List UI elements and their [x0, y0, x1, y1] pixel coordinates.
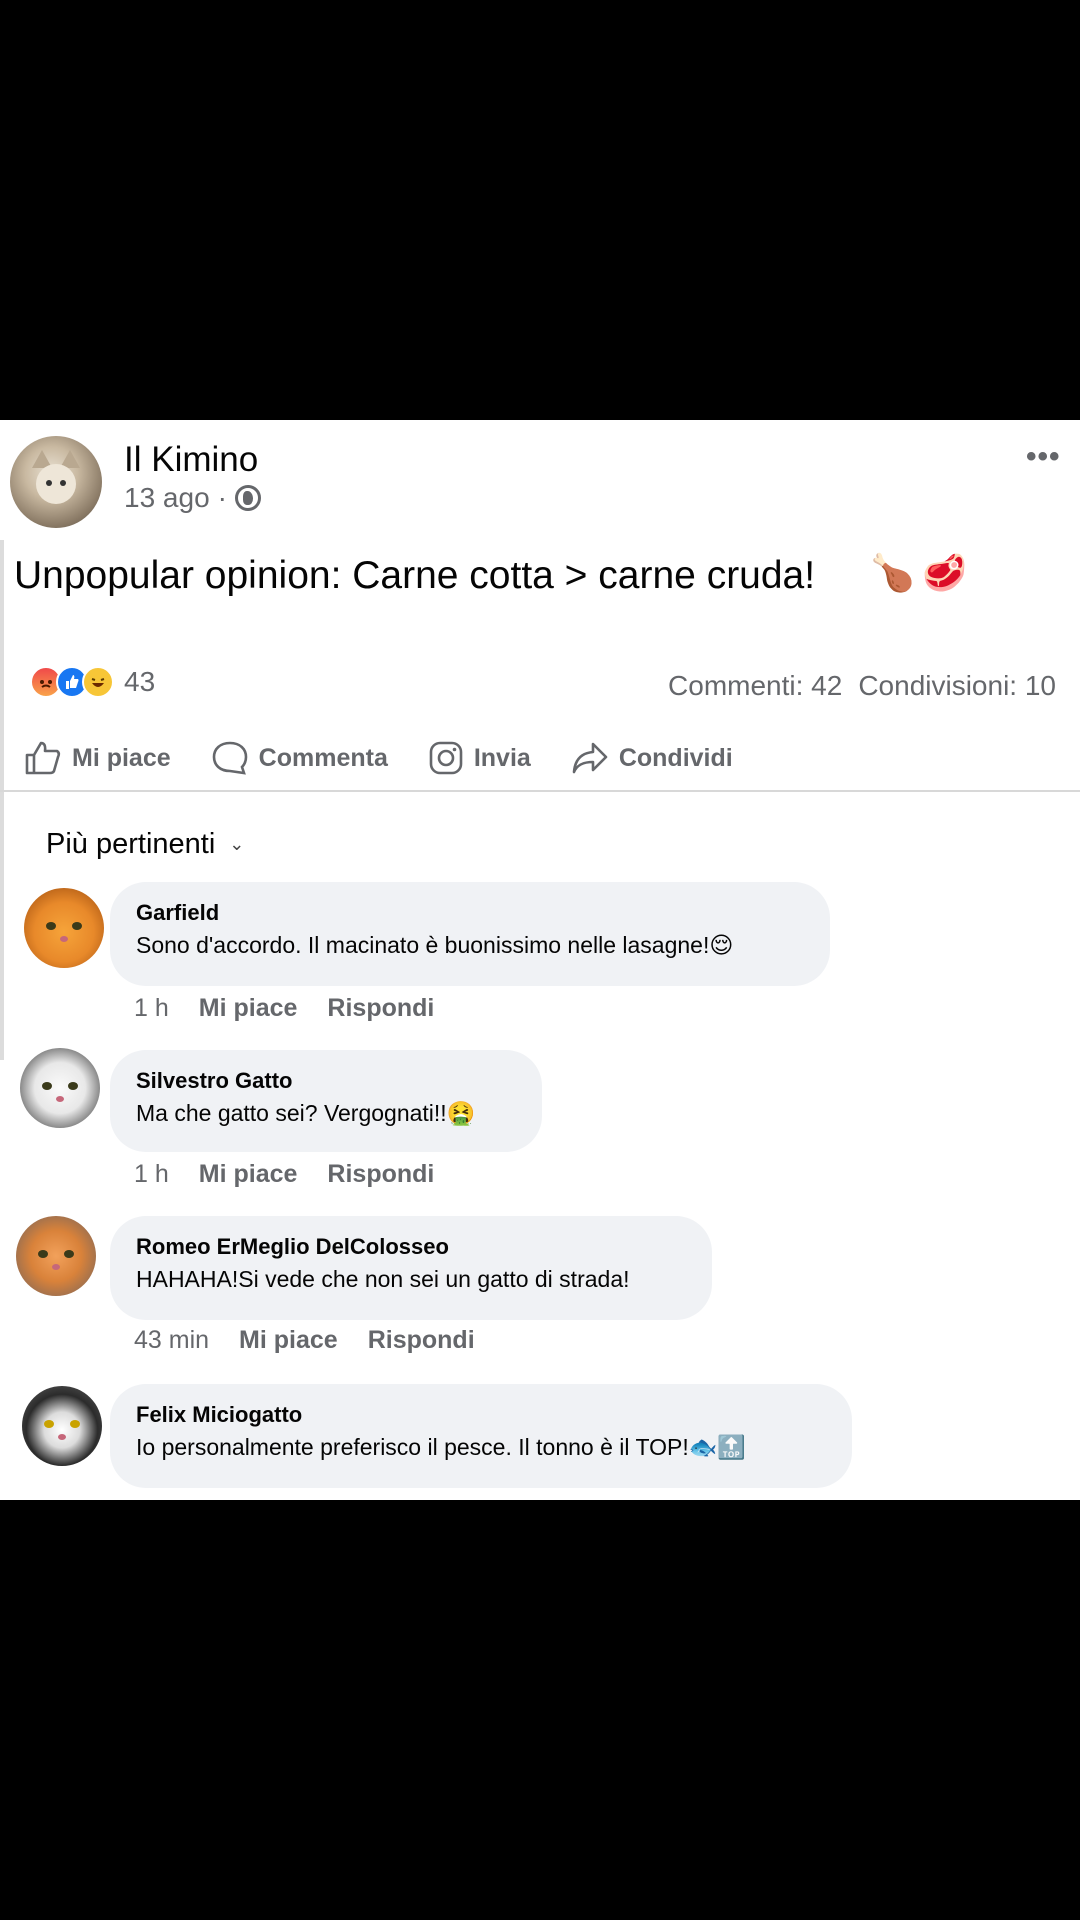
sort-label: Più pertinenti — [46, 828, 216, 860]
meat-emoji: 🥩 — [922, 552, 967, 593]
comment-bubble-icon — [212, 741, 247, 775]
avatar-eye-shape — [60, 480, 66, 486]
comment-like-button[interactable]: Mi piace — [239, 1326, 338, 1355]
comment-reply-button[interactable]: Rispondi — [327, 1160, 434, 1189]
comment-button[interactable]: Commenta — [211, 740, 388, 776]
avatar-eye-shape — [44, 1420, 54, 1428]
comment-text: Io personalmente preferisco il pesce. Il… — [136, 1434, 746, 1460]
send-button[interactable]: Invia — [428, 740, 531, 776]
post-time[interactable]: 13 ago — [124, 482, 210, 514]
engagement-counts: Commenti: 42 Condivisioni: 10 — [668, 670, 1056, 702]
comment-avatar[interactable] — [16, 1216, 96, 1296]
comment-author[interactable]: Felix Miciogatto — [136, 1402, 826, 1428]
avatar-eye-shape — [64, 1250, 74, 1258]
comment-text: Sono d'accordo. Il macinato è buonissimo… — [136, 932, 734, 958]
comment-sort-dropdown[interactable]: Più pertinenti ⌄ — [46, 828, 244, 861]
shares-count[interactable]: Condivisioni: 10 — [858, 670, 1056, 702]
video-letterbox-top — [0, 0, 1080, 420]
avatar-eye-shape — [42, 1082, 52, 1090]
comment-bubble: Romeo ErMeglio DelColosseo HAHAHA!Si ved… — [110, 1216, 712, 1320]
comment-avatar[interactable] — [24, 888, 104, 968]
comment-bubble: Felix Miciogatto Io personalmente prefer… — [110, 1384, 852, 1488]
avatar-eye-shape — [72, 922, 82, 930]
comment-author[interactable]: Silvestro Gatto — [136, 1068, 516, 1094]
comment-author[interactable]: Garfield — [136, 900, 804, 926]
thumbs-up-icon — [25, 741, 61, 775]
like-button[interactable]: Mi piace — [24, 740, 171, 776]
comment-actions: 43 min Mi piace Rispondi — [134, 1326, 475, 1355]
comment-label: Commenta — [258, 743, 388, 772]
share-button[interactable]: Condividi — [571, 740, 733, 776]
comment-avatar[interactable] — [20, 1048, 100, 1128]
send-label: Invia — [473, 743, 531, 772]
comment-time[interactable]: 1 h — [134, 994, 169, 1023]
avatar-face-shape — [36, 464, 76, 504]
video-letterbox-bottom — [0, 1500, 1080, 1920]
comment-text: Ma che gatto sei? Vergognati!!🤮 — [136, 1100, 476, 1126]
comment-avatar[interactable] — [22, 1386, 102, 1466]
share-label: Condividi — [618, 743, 733, 772]
comments-count[interactable]: Commenti: 42 — [668, 670, 842, 702]
post-author-avatar[interactable] — [10, 436, 102, 528]
drumstick-emoji: 🍗 — [870, 552, 915, 593]
comment-like-button[interactable]: Mi piace — [199, 994, 298, 1023]
more-options-icon[interactable]: ••• — [1026, 440, 1061, 474]
avatar-eye-shape — [38, 1250, 48, 1258]
comment-bubble: Garfield Sono d'accordo. Il macinato è b… — [110, 882, 830, 986]
chevron-down-icon: ⌄ — [229, 834, 245, 854]
comment-time[interactable]: 1 h — [134, 1160, 169, 1189]
meta-separator: · — [217, 482, 227, 513]
comment-text: HAHAHA!Si vede che non sei un gatto di s… — [136, 1266, 630, 1292]
left-edge-divider — [0, 540, 4, 1060]
post-action-bar: Mi piace Commenta Invia Condividi — [24, 736, 773, 780]
comment-reply-button[interactable]: Rispondi — [327, 994, 434, 1023]
avatar-nose-shape — [56, 1096, 64, 1102]
comment-time[interactable]: 43 min — [134, 1326, 209, 1355]
post-text: Unpopular opinion: Carne cotta > carne c… — [14, 554, 816, 597]
post-meta: 13 ago · — [124, 482, 261, 514]
avatar-nose-shape — [60, 936, 68, 942]
comment-reply-button[interactable]: Rispondi — [368, 1326, 475, 1355]
facebook-post-card: Il Kimino 13 ago · ••• Unpopular opinion… — [0, 420, 1080, 1500]
avatar-eye-shape — [70, 1420, 80, 1428]
comment-like-button[interactable]: Mi piace — [199, 1160, 298, 1189]
share-arrow-icon — [572, 742, 608, 774]
comment-bubble: Silvestro Gatto Ma che gatto sei? Vergog… — [110, 1050, 542, 1152]
comment-actions: 1 h Mi piace Rispondi — [134, 994, 434, 1023]
reactions-summary[interactable]: 43 — [30, 666, 155, 698]
globe-icon — [234, 485, 261, 511]
avatar-nose-shape — [52, 1264, 60, 1270]
comment-author[interactable]: Romeo ErMeglio DelColosseo — [136, 1234, 686, 1260]
avatar-nose-shape — [58, 1434, 66, 1440]
like-label: Mi piace — [72, 743, 171, 772]
post-author-name[interactable]: Il Kimino — [124, 440, 258, 480]
haha-face-icon — [82, 666, 114, 698]
reactions-count: 43 — [124, 666, 156, 697]
avatar-eye-shape — [46, 922, 56, 930]
comment-actions: 1 h Mi piace Rispondi — [134, 1160, 434, 1189]
section-divider — [0, 790, 1080, 792]
avatar-eye-shape — [46, 480, 52, 486]
instagram-icon — [429, 741, 463, 775]
avatar-eye-shape — [68, 1082, 78, 1090]
